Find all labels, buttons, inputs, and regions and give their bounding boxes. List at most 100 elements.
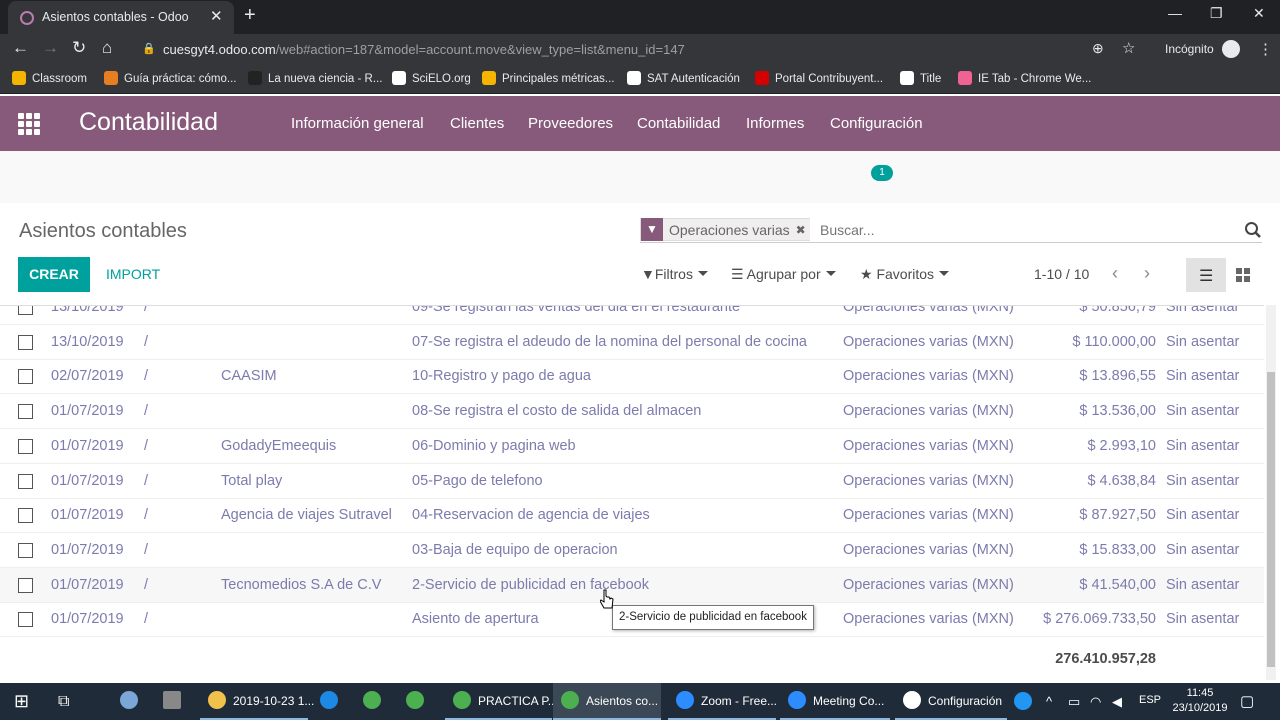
bookmark-item[interactable]: Title xyxy=(900,71,941,85)
table-row[interactable]: 01/07/2019 / 08-Se registra el costo de sa… xyxy=(0,394,1264,430)
bookmark-item[interactable]: Guía práctica: cómo... xyxy=(104,71,237,85)
new-tab-icon[interactable]: + xyxy=(244,4,256,27)
row-checkbox[interactable] xyxy=(18,306,33,315)
app-icon[interactable] xyxy=(120,683,145,720)
maximize-icon[interactable]: ❐ xyxy=(1210,5,1223,22)
table-row[interactable]: 01/07/2019 / 03-Baja de equipo de operacio… xyxy=(0,533,1264,568)
address-bar[interactable]: 🔒 cuesgyt4.odoo.com/web#action=187&model… xyxy=(130,35,1150,63)
taskbar-app[interactable]: Meeting Co... xyxy=(780,683,890,720)
row-checkbox[interactable] xyxy=(18,612,33,628)
taskbar-app[interactable]: Configuración xyxy=(895,683,1007,720)
taskbar-app[interactable]: Zoom - Free... xyxy=(668,683,777,720)
system-clock[interactable]: 11:45 23/10/2019 xyxy=(1165,686,1235,716)
table-row[interactable]: 01/07/2019/Tecnomedios S.A de C.V 2-Servi… xyxy=(0,567,1264,603)
browser-tab[interactable]: Asientos contables - Odoo ✕ xyxy=(8,1,234,34)
table-row[interactable]: 01/07/2019 / Agencia de viajes Sutravel 04-… xyxy=(0,498,1264,534)
row-checkbox[interactable] xyxy=(18,508,33,524)
row-state: Sin asentar xyxy=(1166,333,1240,350)
help-icon[interactable] xyxy=(1014,683,1039,720)
bookmark-item[interactable]: Principales métricas... xyxy=(482,71,614,85)
menu-proveedores[interactable]: Proveedores xyxy=(528,115,613,132)
list-view-button[interactable]: ☰ xyxy=(1186,258,1226,292)
bookmark-item[interactable]: Classroom xyxy=(12,71,87,85)
table-row[interactable]: 13/10/2019 / 09-Se registran las ventas de… xyxy=(0,305,1264,325)
menu-contabilidad[interactable]: Contabilidad xyxy=(637,115,720,132)
bookmark-icon xyxy=(627,71,641,85)
menu-configuracion[interactable]: Configuración xyxy=(830,115,923,132)
bookmark-label: SAT Autenticación xyxy=(647,73,740,85)
apps-menu-icon[interactable] xyxy=(18,113,40,135)
bookmark-item[interactable]: SAT Autenticación xyxy=(627,71,740,85)
row-journal: Operaciones varias (MXN) xyxy=(843,507,1014,524)
menu-clientes[interactable]: Clientes xyxy=(450,115,504,132)
table-row[interactable]: 01/07/2019 / Total play 05-Pago de telefono… xyxy=(0,464,1264,499)
taskbar-app[interactable]: PRACTICA P... xyxy=(445,683,558,720)
favorites-dropdown[interactable]: ★ Favoritos xyxy=(860,266,950,283)
pager-next-icon[interactable]: › xyxy=(1144,263,1150,284)
remove-facet-icon[interactable]: ✖ xyxy=(796,223,810,237)
row-date: 01/07/2019 xyxy=(51,472,124,489)
search-facet: ▼ Operaciones varias ✖ xyxy=(640,218,810,241)
row-checkbox[interactable] xyxy=(18,404,33,420)
reload-icon[interactable]: ↻ xyxy=(72,38,86,58)
row-checkbox[interactable] xyxy=(18,577,33,593)
close-tab-icon[interactable]: ✕ xyxy=(210,7,223,25)
row-checkbox[interactable] xyxy=(18,438,33,454)
zoom-icon[interactable]: ⊕ xyxy=(1092,40,1104,57)
task-view-icon[interactable]: ⧉ xyxy=(58,683,69,720)
row-date: 13/10/2019 xyxy=(51,333,124,350)
row-amount: $ 2.993,10 xyxy=(1087,437,1156,454)
pager-value[interactable]: 1-10 / 10 xyxy=(1034,266,1089,282)
menu-informacion-general[interactable]: Información general xyxy=(291,115,424,132)
taskbar-app[interactable]: 2019-10-23 1... xyxy=(200,683,314,720)
taskbar-app[interactable]: Asientos co... xyxy=(553,683,661,720)
calculator-icon[interactable] xyxy=(163,683,188,720)
row-state: Sin asentar xyxy=(1166,437,1240,454)
wifi-icon[interactable]: ◠ xyxy=(1090,683,1101,720)
row-checkbox[interactable] xyxy=(18,473,33,489)
close-window-icon[interactable]: ✕ xyxy=(1253,5,1265,22)
home-icon[interactable]: ⌂ xyxy=(102,38,112,58)
table-row[interactable]: 02/07/2019 / CAASIM 10-Registro y pago de a… xyxy=(0,359,1264,395)
bookmark-item[interactable]: La nueva ciencia - R... xyxy=(248,71,382,85)
row-state: Sin asentar xyxy=(1166,611,1240,628)
group-by-dropdown[interactable]: ☰ Agrupar por xyxy=(731,266,836,283)
internet-explorer-icon[interactable] xyxy=(320,683,345,720)
menu-informes[interactable]: Informes xyxy=(746,115,804,132)
filters-dropdown[interactable]: ▼Filtros xyxy=(641,266,708,282)
keyboard-language[interactable]: ESP xyxy=(1139,694,1161,706)
activity-badge[interactable]: 1 xyxy=(871,165,893,181)
browser-menu-icon[interactable]: ⋮ xyxy=(1258,40,1273,58)
table-row[interactable]: 13/10/2019 / 07-Se registra el adeudo de l… xyxy=(0,325,1264,360)
chrome-icon[interactable] xyxy=(363,683,388,720)
app-brand[interactable]: Contabilidad xyxy=(79,108,218,137)
row-reference: 09-Se registran las ventas del dia en el… xyxy=(412,305,741,315)
notifications-icon[interactable]: ▢ xyxy=(1240,683,1254,720)
import-button[interactable]: IMPORT xyxy=(106,266,160,282)
bookmark-item[interactable]: Portal Contribuyent... xyxy=(755,71,883,85)
bookmark-star-icon[interactable]: ☆ xyxy=(1122,39,1135,57)
forward-icon[interactable]: → xyxy=(42,38,59,58)
bookmark-item[interactable]: IE Tab - Chrome We... xyxy=(958,71,1091,85)
pager-previous-icon[interactable]: ‹ xyxy=(1112,263,1118,284)
minimize-icon[interactable]: — xyxy=(1168,5,1182,21)
create-button[interactable]: CREAR xyxy=(18,257,90,292)
row-checkbox[interactable] xyxy=(18,542,33,558)
volume-icon[interactable]: ◀ xyxy=(1112,683,1122,720)
bookmark-icon xyxy=(104,71,118,85)
row-checkbox[interactable] xyxy=(18,334,33,350)
windows-start-icon[interactable]: ⊞ xyxy=(14,683,29,720)
kanban-view-icon[interactable] xyxy=(1236,268,1250,282)
row-checkbox[interactable] xyxy=(18,369,33,385)
table-row[interactable]: 01/07/2019 / GodadyEmeequis 06-Dominio y pa… xyxy=(0,429,1264,464)
row-state: Sin asentar xyxy=(1166,368,1240,385)
scrollbar-thumb[interactable] xyxy=(1267,372,1275,667)
search-input[interactable] xyxy=(820,218,1240,241)
bookmark-item[interactable]: SciELO.org xyxy=(392,71,471,85)
tray-up-icon[interactable]: ^ xyxy=(1046,683,1052,720)
back-icon[interactable]: ← xyxy=(12,38,29,58)
search-icon[interactable] xyxy=(1244,221,1262,239)
incognito-icon[interactable] xyxy=(1222,40,1240,58)
taskbar-app-label: PRACTICA P... xyxy=(478,694,558,708)
chrome-icon-2[interactable] xyxy=(406,683,431,720)
